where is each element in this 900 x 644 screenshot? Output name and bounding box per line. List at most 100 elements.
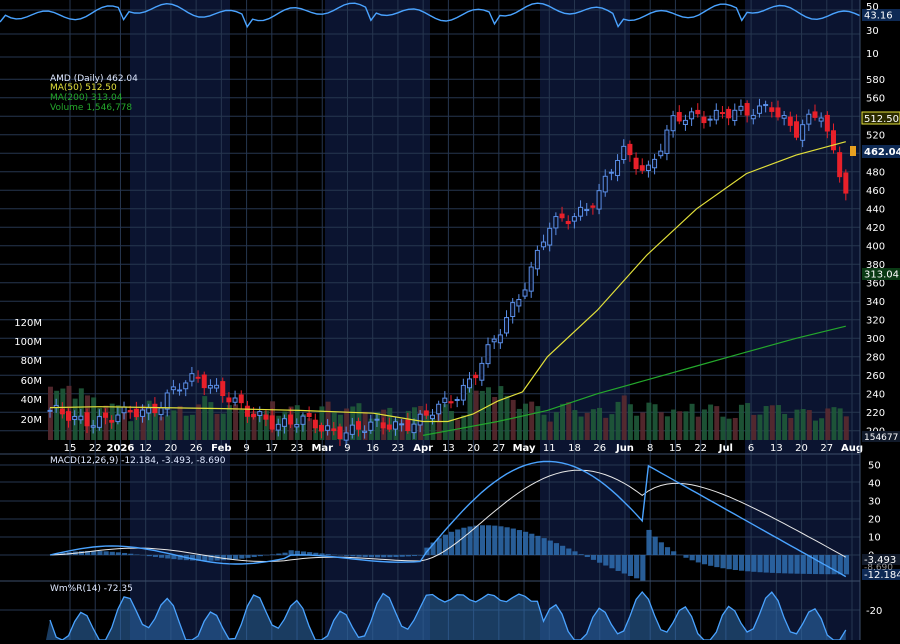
candle-body bbox=[844, 173, 848, 193]
candle-body bbox=[60, 409, 64, 414]
macd-hist-bar bbox=[134, 554, 139, 555]
candle-body bbox=[646, 165, 650, 170]
last-volume-label: 154677 bbox=[864, 433, 898, 443]
volume-bar bbox=[609, 414, 614, 440]
volume-bar bbox=[646, 403, 651, 440]
volume-bar bbox=[616, 402, 621, 440]
candle-body bbox=[48, 410, 52, 411]
volume-bar bbox=[554, 412, 559, 440]
volume-bar bbox=[505, 396, 510, 440]
date-label: Jun bbox=[615, 443, 634, 454]
macd-hist-bar bbox=[449, 532, 454, 555]
macd-hist-bar bbox=[104, 551, 109, 555]
candle-body bbox=[301, 416, 305, 424]
macd-hist-bar bbox=[764, 555, 769, 573]
candle-body bbox=[196, 377, 200, 378]
macd-hist-bar bbox=[159, 555, 164, 558]
candle-body bbox=[461, 385, 465, 400]
volume-bar bbox=[659, 412, 664, 440]
macd-hist-bar bbox=[128, 554, 133, 555]
candle-body bbox=[554, 217, 558, 228]
candle-body bbox=[690, 112, 694, 119]
candle-body bbox=[153, 404, 157, 412]
candle-body bbox=[807, 114, 811, 124]
candle-body bbox=[585, 210, 589, 211]
chart-svg[interactable]: 43.16 50 30 10 AMD (Daily) 462.04 MA(50)… bbox=[0, 0, 900, 640]
macd-hist-bar bbox=[622, 555, 627, 574]
candle-body bbox=[326, 426, 330, 431]
candle-body bbox=[628, 144, 632, 154]
candle-body bbox=[67, 412, 71, 421]
candle-body bbox=[665, 130, 669, 153]
top-tick-10: 10 bbox=[866, 49, 879, 60]
candle-body bbox=[455, 400, 459, 401]
volume-bar bbox=[196, 404, 201, 440]
volume-bar bbox=[548, 422, 553, 440]
candle-body bbox=[739, 106, 743, 110]
candle-body bbox=[295, 425, 299, 427]
macd-hist-bar bbox=[276, 554, 281, 555]
date-label: 13 bbox=[770, 443, 783, 454]
macd-hist-bar bbox=[757, 555, 762, 572]
candle-body bbox=[782, 115, 786, 118]
top-tick-30: 30 bbox=[866, 26, 879, 37]
macd-tick: 50 bbox=[868, 461, 881, 472]
macd-hist-bar bbox=[720, 555, 725, 568]
candle-body bbox=[356, 422, 360, 430]
macd-hist-bar bbox=[381, 555, 386, 557]
volume-bar bbox=[566, 402, 571, 440]
candle-body bbox=[344, 433, 348, 440]
volume-bar bbox=[474, 391, 479, 440]
macd-hist-bar bbox=[258, 555, 263, 556]
candle-body bbox=[794, 122, 798, 137]
macd-hist-bar bbox=[616, 555, 621, 571]
macd-hist-bar bbox=[505, 527, 510, 555]
macd-hist-bar bbox=[683, 555, 688, 558]
macd-hist-bar bbox=[770, 555, 775, 573]
volume-bar bbox=[523, 404, 528, 440]
price-tick: 560 bbox=[866, 93, 885, 104]
macd-hist-bar bbox=[492, 526, 497, 555]
date-label: Apr bbox=[413, 443, 433, 454]
date-label: 6 bbox=[748, 443, 754, 454]
macd-hist-bar bbox=[566, 549, 571, 555]
date-label: 20 bbox=[165, 443, 178, 454]
candle-body bbox=[412, 424, 416, 432]
macd-hist-bar bbox=[733, 555, 738, 570]
candle-body bbox=[542, 242, 546, 247]
wr-legend: Wm%R(14) -72.35 bbox=[50, 584, 133, 594]
macd-tick: 40 bbox=[868, 479, 881, 490]
volume-bar bbox=[498, 386, 503, 440]
candle-body bbox=[708, 119, 712, 120]
candle-body bbox=[319, 425, 323, 431]
macd-hist-bar bbox=[393, 555, 398, 557]
price-tick: 220 bbox=[866, 408, 885, 419]
volume-bar bbox=[677, 411, 682, 440]
macd-hist-bar bbox=[498, 526, 503, 555]
candle-body bbox=[245, 406, 249, 416]
volume-bar bbox=[801, 409, 806, 440]
volume-bar bbox=[560, 404, 565, 440]
macd-hist-bar bbox=[406, 555, 411, 556]
volume-bar bbox=[665, 416, 670, 440]
macd-hist-bar bbox=[702, 555, 707, 564]
price-tick: 520 bbox=[866, 130, 885, 141]
volume-bar bbox=[696, 417, 701, 440]
volume-bar bbox=[807, 410, 812, 440]
date-label: 18 bbox=[568, 443, 581, 454]
legend-ma200: MA(200) 313.04 bbox=[50, 93, 123, 103]
candle-body bbox=[202, 375, 206, 388]
macd-hist-bar bbox=[486, 525, 491, 555]
volume-bar bbox=[653, 404, 658, 440]
macd-hist-bar bbox=[418, 555, 423, 556]
candle-body bbox=[591, 206, 595, 207]
candle-body bbox=[418, 414, 422, 425]
macd-hist-bar bbox=[603, 555, 608, 566]
candle-body bbox=[733, 110, 737, 120]
candle-body bbox=[831, 131, 835, 150]
date-label: 17 bbox=[265, 443, 278, 454]
candle-body bbox=[110, 420, 114, 422]
volume-bar bbox=[640, 412, 645, 440]
candle-body bbox=[776, 108, 780, 117]
volume-bar bbox=[813, 421, 818, 440]
